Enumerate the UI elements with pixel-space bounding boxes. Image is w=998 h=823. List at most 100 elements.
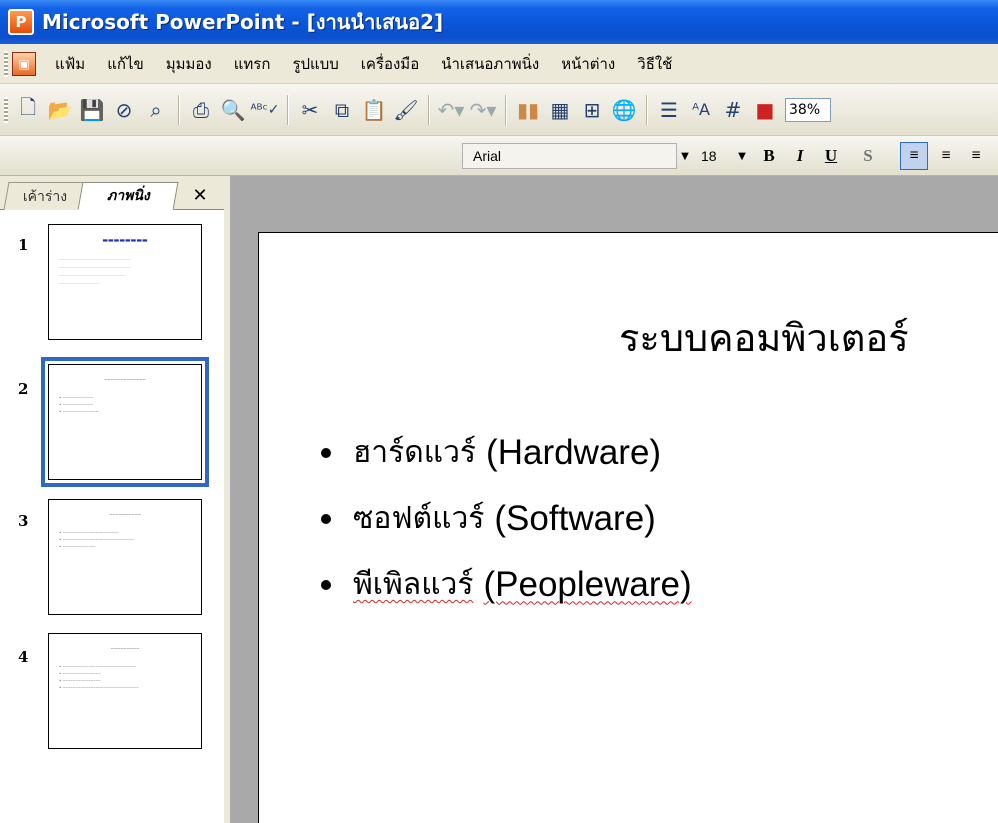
thumbnail-content: ‒‒‒‒‒‒‒‒‒‒‒‒‒‒‒‒‒‒‒‒‒‒‒‒‒‒‒‒ [59, 257, 131, 262]
thumbnail-content: • ‒‒‒‒‒‒‒‒‒‒‒‒‒‒‒ [59, 678, 101, 683]
menu-help[interactable]: วิธีใช้ [626, 52, 683, 76]
thumbnail-content: • ‒‒‒‒‒‒‒‒‒‒‒‒‒‒‒‒‒‒‒‒‒‒ [59, 530, 119, 535]
open-icon[interactable]: 📂 [45, 95, 75, 125]
grid-icon[interactable]: # [718, 95, 748, 125]
print-icon[interactable]: ⎙ [186, 95, 216, 125]
thumbnail-content: ‒‒‒‒‒‒‒‒‒‒‒‒‒‒‒‒‒‒‒‒‒‒‒‒‒‒‒‒ [59, 265, 131, 270]
italic-button[interactable]: I [786, 142, 814, 170]
paste-icon[interactable]: 📋 [359, 95, 389, 125]
toolbar-separator [287, 94, 288, 125]
standard-toolbar: 🗋 📂 💾 ⊘ ⌕ ⎙ 🔍 ᴬᴮᶜ✓ ✂ ⧉ 📋 🖌 ↶▾ ↷▾ ▮▮ ▦ ⊞ … [0, 84, 998, 136]
thumbnail-number: 1 [18, 236, 29, 254]
formatting-toolbar: Arial ▼ 18 ▼ B I U S ≡ ≡ ≡ [0, 136, 998, 176]
thumbnail-content: ‒‒‒‒‒‒‒‒‒‒ [109, 512, 141, 518]
hyperlink-icon[interactable]: 🌐 [609, 95, 639, 125]
tables-borders-icon[interactable]: ⊞ [577, 95, 607, 125]
thumbnail-content: ‒‒‒‒‒‒‒‒‒‒‒‒‒ [104, 377, 146, 383]
new-icon[interactable]: 🗋 [13, 95, 43, 125]
thumbnail-content: • ‒‒‒‒‒‒‒‒‒‒‒‒‒ [59, 544, 96, 549]
window-title: Microsoft PowerPoint - [งานนำเสนอ2] [42, 10, 444, 34]
toolbar-separator [178, 94, 179, 125]
menu-insert[interactable]: แทรก [223, 52, 282, 76]
bullet-item[interactable]: ซอฟต์แวร์ (Software) [321, 495, 656, 542]
copy-icon[interactable]: ⧉ [327, 95, 357, 125]
bullet-dot [321, 447, 331, 458]
bullet-item[interactable]: พีเพิลแวร์ (Peopleware) [321, 561, 692, 608]
table-icon[interactable]: ▦ [545, 95, 575, 125]
size-dropdown-icon[interactable]: ▼ [734, 143, 750, 169]
menu-window[interactable]: หน้าต่าง [550, 52, 626, 76]
bullet-text-english: (Software) [494, 498, 656, 538]
toolbar-separator [646, 94, 647, 125]
align-right-button[interactable]: ≡ [962, 142, 990, 170]
bullet-text-thai: ซอฟต์แวร์ [353, 501, 485, 536]
title-bar[interactable]: P Microsoft PowerPoint - [งานนำเสนอ2] [0, 0, 998, 44]
shadow-button[interactable]: S [854, 142, 882, 170]
color-grayscale-icon[interactable]: ■ [750, 95, 780, 125]
powerpoint-app-icon[interactable]: P [8, 9, 34, 35]
menu-bar: ▣ แฟ้ม แก้ไข มุมมอง แทรก รูปแบบ เครื่องม… [0, 44, 998, 84]
cut-icon[interactable]: ✂ [295, 95, 325, 125]
menu-file[interactable]: แฟ้ม [44, 52, 96, 76]
align-left-button[interactable]: ≡ [900, 142, 928, 170]
slide-thumbnail-3[interactable]: ‒‒‒‒‒‒‒‒‒‒ • ‒‒‒‒‒‒‒‒‒‒‒‒‒‒‒‒‒‒‒‒‒‒ • ‒‒… [48, 499, 202, 615]
bullet-dot [321, 513, 331, 524]
thumbnail-content: • ‒‒‒‒‒‒‒‒‒‒‒‒‒‒‒ [59, 671, 101, 676]
thumbnail-content: ‒‒‒‒‒‒‒‒‒‒‒‒‒‒‒‒ [59, 281, 100, 286]
thumbnail-content: • ‒‒‒‒‒‒‒‒‒‒‒‒‒‒‒‒‒‒‒‒‒‒‒‒‒‒‒‒‒‒ [59, 685, 139, 690]
bullet-item[interactable]: ฮาร์ดแวร์ (Hardware) [321, 429, 661, 476]
tab-slides[interactable]: ภาพนิ่ง [77, 182, 179, 210]
bullet-text-english: (Peopleware) [483, 564, 692, 604]
panel-tabs: เค้าร่าง ภาพนิ่ง ✕ [0, 176, 224, 210]
tab-outline[interactable]: เค้าร่าง [3, 182, 87, 210]
menu-edit[interactable]: แก้ไข [96, 52, 155, 76]
slide-title[interactable]: ระบบคอมพิวเตอร์ [619, 307, 909, 368]
expand-all-icon[interactable]: ☰ [654, 95, 684, 125]
menu-tools[interactable]: เครื่องมือ [350, 52, 430, 76]
font-size-box[interactable]: 18 [697, 143, 733, 169]
thumbnail-content: • ‒‒‒‒‒‒‒‒‒‒‒‒ [59, 402, 94, 407]
spelling-icon[interactable]: ᴬᴮᶜ✓ [250, 95, 280, 125]
toolbar-grip[interactable] [4, 50, 8, 77]
research-icon[interactable]: ⌕ [141, 95, 171, 125]
bold-button[interactable]: B [755, 142, 783, 170]
thumbnail-content: • ‒‒‒‒‒‒‒‒‒‒‒‒‒‒‒‒‒‒‒‒‒‒‒‒‒‒‒‒ [59, 537, 134, 542]
slides-panel: เค้าร่าง ภาพนิ่ง ✕ 1 ▬▬▬▬▬▬▬▬ ‒‒‒‒‒‒‒‒‒‒… [0, 176, 224, 823]
slide-canvas[interactable]: ระบบคอมพิวเตอร์ ฮาร์ดแวร์ (Hardware) ซอฟ… [258, 232, 998, 823]
undo-icon[interactable]: ↶▾ [436, 95, 466, 125]
align-center-button[interactable]: ≡ [932, 142, 960, 170]
zoom-box[interactable]: 38% [785, 97, 831, 122]
thumbnail-content: • ‒‒‒‒‒‒‒‒‒‒‒‒ [59, 395, 94, 400]
thumbnail-content: ▬▬▬▬▬▬▬▬ [102, 237, 148, 244]
bullet-text-english: (Hardware) [486, 432, 662, 472]
font-dropdown-icon[interactable]: ▼ [677, 143, 693, 169]
slide-thumbnail-1[interactable]: ▬▬▬▬▬▬▬▬ ‒‒‒‒‒‒‒‒‒‒‒‒‒‒‒‒‒‒‒‒‒‒‒‒‒‒‒‒ ‒‒… [48, 224, 202, 340]
print-preview-icon[interactable]: 🔍 [218, 95, 248, 125]
menu-view[interactable]: มุมมอง [155, 52, 223, 76]
save-icon[interactable]: 💾 [77, 95, 107, 125]
menu-format[interactable]: รูปแบบ [281, 52, 349, 76]
toolbar-separator [428, 94, 429, 125]
toolbar-grip[interactable] [4, 96, 8, 123]
thumbnail-number: 2 [18, 380, 29, 398]
permission-icon[interactable]: ⊘ [109, 95, 139, 125]
chart-icon[interactable]: ▮▮ [513, 95, 543, 125]
format-painter-icon[interactable]: 🖌 [391, 95, 421, 125]
powerpoint-window: P Microsoft PowerPoint - [งานนำเสนอ2] ▣ … [0, 0, 998, 823]
slide-thumbnail-4[interactable]: ‒‒‒‒‒‒‒‒‒ • ‒‒‒‒‒‒‒‒‒‒‒‒‒‒‒‒‒‒‒‒‒‒‒‒‒‒‒‒… [48, 633, 202, 749]
menu-slideshow[interactable]: นำเสนอภาพนิ่ง [430, 52, 550, 76]
close-panel-icon[interactable]: ✕ [188, 183, 212, 207]
thumbnail-number: 4 [18, 648, 29, 666]
thumbnail-content: • ‒‒‒‒‒‒‒‒‒‒‒‒‒‒‒‒‒‒‒‒‒‒‒‒‒‒‒‒‒ [59, 664, 137, 669]
thumbnail-number: 3 [18, 512, 29, 530]
bullet-dot [321, 579, 331, 590]
document-icon[interactable]: ▣ [12, 51, 36, 76]
slide-thumbnail-2[interactable]: ‒‒‒‒‒‒‒‒‒‒‒‒‒ • ‒‒‒‒‒‒‒‒‒‒‒‒ • ‒‒‒‒‒‒‒‒‒… [41, 357, 209, 487]
underline-button[interactable]: U [817, 142, 845, 170]
show-formatting-icon[interactable]: ᴬA [686, 95, 716, 125]
bullet-text-thai: ฮาร์ดแวร์ [353, 435, 477, 470]
font-name-box[interactable]: Arial [462, 143, 677, 169]
thumbnail-content: ‒‒‒‒‒‒‒‒‒‒‒‒‒‒‒‒‒‒‒‒‒‒‒‒‒‒ [59, 273, 126, 278]
redo-icon[interactable]: ↷▾ [468, 95, 498, 125]
toolbar-separator [505, 94, 506, 125]
